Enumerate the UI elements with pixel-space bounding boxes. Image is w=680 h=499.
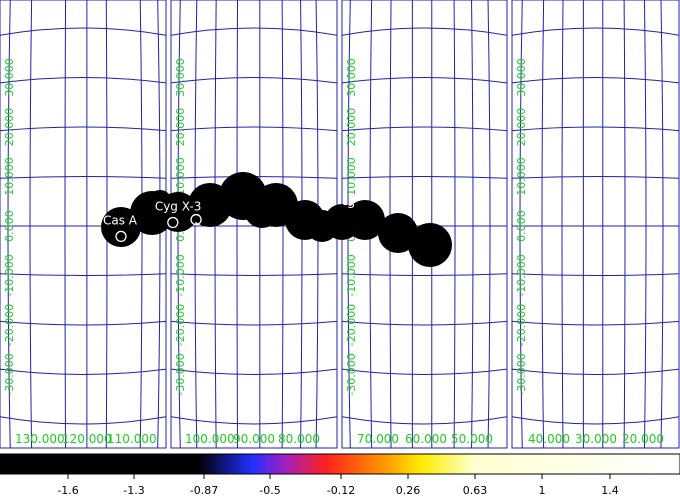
longitude-label: 60.000 — [405, 432, 447, 446]
latitude-label: -10.000 — [345, 254, 358, 296]
longitude-label: 20.000 — [622, 432, 664, 446]
longitude-label: 110.000 — [107, 432, 157, 446]
colorbar-tick-label: -0.12 — [327, 484, 355, 497]
panel-frame — [511, 0, 680, 449]
latitude-label: -30.000 — [3, 353, 16, 395]
latitude-label: 20.000 — [174, 108, 187, 147]
latitude-label: -10.000 — [174, 254, 187, 296]
latitude-label: -30.000 — [345, 353, 358, 395]
latitude-label: 10.000 — [345, 157, 358, 196]
latitude-label: 0.000 — [515, 210, 528, 242]
latitude-label: 30.000 — [345, 58, 358, 97]
latitude-label: 10.000 — [174, 157, 187, 196]
latitude-label: 20.000 — [515, 108, 528, 147]
longitude-label: 30.000 — [575, 432, 617, 446]
colorbar-tick-label: -0.5 — [259, 484, 280, 497]
latitude-label: -30.000 — [174, 353, 187, 395]
latitude-label: 0.000 — [3, 210, 16, 242]
latitude-label: 10.000 — [3, 157, 16, 196]
longitude-label: 80.000 — [278, 432, 320, 446]
map-panel[interactable]: 30.000 20.000 10.000 0.000 -10.000 -20.000 -30… — [511, 0, 680, 449]
colorbar: -1.6 -1.3 -0.87 -0.5 -0.12 0.26 0.63 1 1.4 — [0, 453, 680, 497]
latitude-label: 30.000 — [515, 58, 528, 97]
colorbar-gradient — [0, 454, 680, 474]
source-label: Cyg X-3 — [155, 200, 202, 214]
latitude-label: -30.000 — [515, 353, 528, 395]
longitude-label: 50.000 — [451, 432, 493, 446]
latitude-label: 10.000 — [515, 157, 528, 196]
latitude-label: -20.000 — [174, 304, 187, 346]
latitude-label: 30.000 — [3, 58, 16, 97]
latitude-label: -20.000 — [345, 304, 358, 346]
colorbar-tick-label: -1.3 — [123, 484, 144, 497]
colorbar-tick-label: 1.4 — [601, 484, 619, 497]
latitude-label: -10.000 — [515, 254, 528, 296]
latitude-label: 20.000 — [3, 108, 16, 147]
longitude-grid-line — [64, 0, 67, 448]
colorbar-tick-label: 0.63 — [463, 484, 488, 497]
latitude-label: 30.000 — [174, 58, 187, 97]
colorbar-tick-label: 0.26 — [396, 484, 421, 497]
colorbar-tick-label: -1.6 — [57, 484, 78, 497]
longitude-label: 120.000 — [62, 432, 112, 446]
source-label: Cas A — [103, 213, 138, 227]
longitude-label: 40.000 — [528, 432, 570, 446]
colorbar-tick-label: -0.87 — [190, 484, 218, 497]
colorbar-tick-label: 1 — [539, 484, 546, 497]
latitude-label: -20.000 — [3, 304, 16, 346]
emission-blob — [408, 223, 452, 267]
longitude-grid-line — [236, 0, 239, 448]
emission-blob — [244, 192, 280, 228]
longitude-label: 100.000 — [185, 432, 235, 446]
latitude-label: -20.000 — [515, 304, 528, 346]
latitude-label: 20.000 — [345, 108, 358, 147]
longitude-label: 130.000 — [15, 432, 65, 446]
latitude-label: -10.000 — [3, 254, 16, 296]
source-label-fragment: -3 — [343, 197, 355, 211]
longitude-label: 70.000 — [357, 432, 399, 446]
longitude-label: 90.000 — [233, 432, 275, 446]
sky-map[interactable]: 30.00020.00010.0000.000-10.000-20.000-30… — [0, 0, 680, 452]
